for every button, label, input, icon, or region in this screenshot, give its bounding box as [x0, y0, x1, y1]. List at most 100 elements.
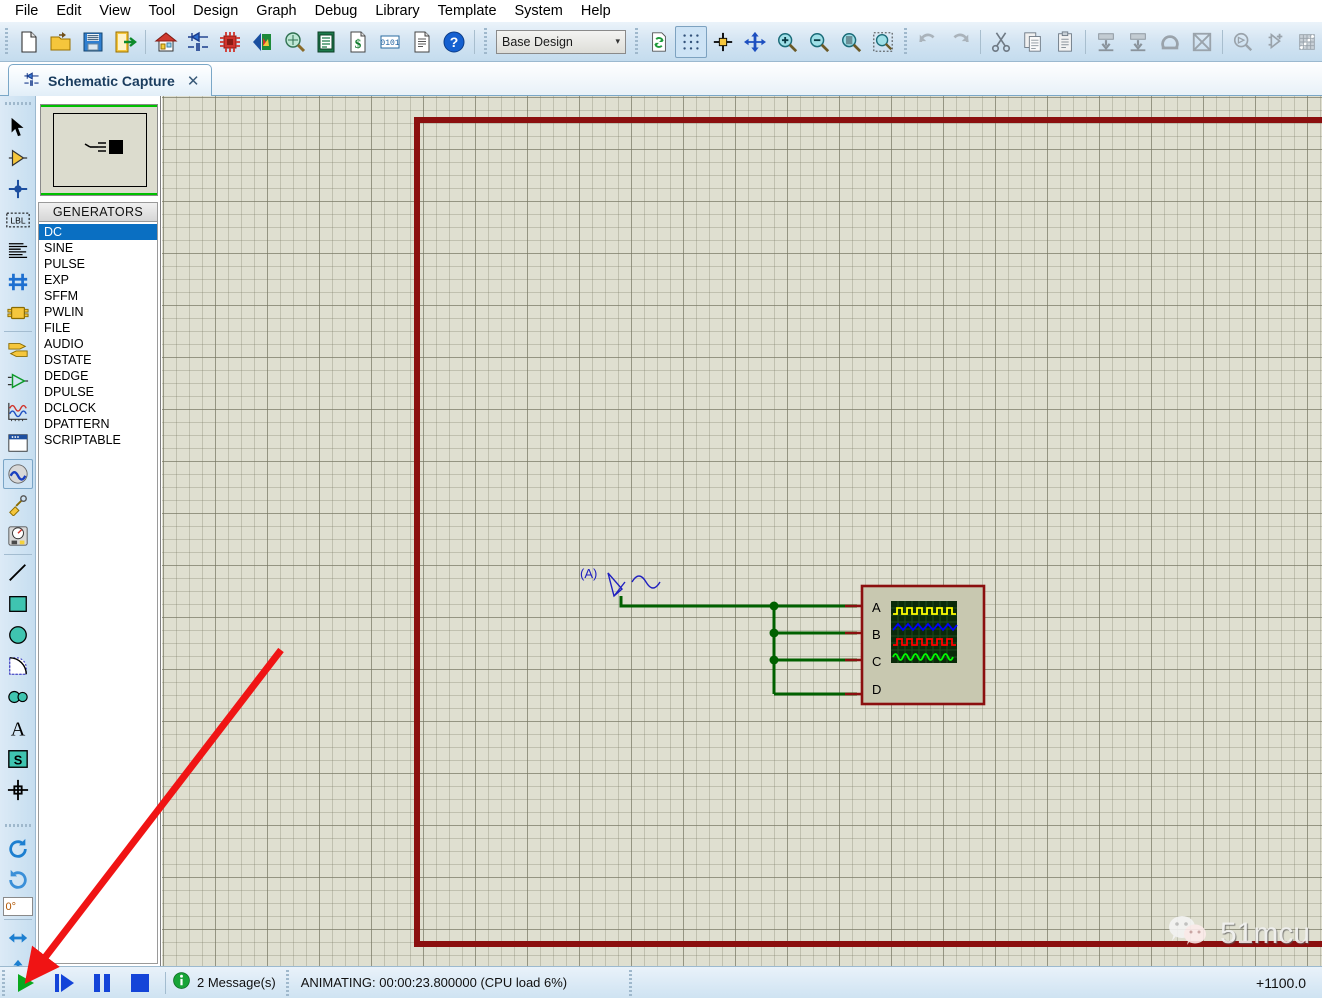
generators-list[interactable]: DC SINE PULSE EXP SFFM PWLIN FILE AUDIO …: [38, 222, 158, 964]
rotate-clockwise-icon[interactable]: [3, 834, 33, 864]
graph-icon[interactable]: [3, 397, 33, 427]
rotation-angle-field[interactable]: 0°: [2, 897, 33, 916]
open-folder-icon[interactable]: [45, 26, 77, 58]
binary-report-icon[interactable]: 0101: [374, 26, 406, 58]
menu-item-template[interactable]: Template: [429, 1, 506, 21]
dollar-report-icon[interactable]: $: [342, 26, 374, 58]
mirror-horizontal-icon[interactable]: [3, 923, 33, 953]
home-icon[interactable]: [150, 26, 182, 58]
menu-item-view[interactable]: View: [90, 1, 139, 21]
sheet-combo-grip[interactable]: [482, 27, 489, 56]
list-item[interactable]: DEDGE: [39, 368, 157, 384]
pcb-layout-icon[interactable]: [214, 26, 246, 58]
refresh-icon[interactable]: [643, 26, 675, 58]
redo-icon[interactable]: [944, 26, 976, 58]
bom-icon[interactable]: [310, 26, 342, 58]
list-item[interactable]: PULSE: [39, 256, 157, 272]
device-pin-icon[interactable]: [3, 366, 33, 396]
selection-arrow-icon[interactable]: [3, 112, 33, 142]
step-icon[interactable]: [45, 969, 83, 997]
zoom-all-icon[interactable]: [835, 26, 867, 58]
help-icon[interactable]: ?: [438, 26, 470, 58]
component-mode-icon[interactable]: [3, 143, 33, 173]
list-item[interactable]: DSTATE: [39, 352, 157, 368]
tape-recorder-icon[interactable]: [3, 428, 33, 458]
animating-grip[interactable]: [283, 969, 291, 996]
block-copy-icon[interactable]: [1090, 26, 1122, 58]
packaging-tool-icon[interactable]: [1291, 26, 1322, 58]
save-disk-icon[interactable]: [77, 26, 109, 58]
junction-dot-icon[interactable]: [3, 174, 33, 204]
new-document-icon[interactable]: [13, 26, 45, 58]
bus-icon[interactable]: [3, 267, 33, 297]
menu-item-design[interactable]: Design: [184, 1, 247, 21]
copy-icon[interactable]: [1017, 26, 1049, 58]
generator-icon[interactable]: [2, 459, 33, 489]
pick-device-icon[interactable]: [1227, 26, 1259, 58]
text-script-icon[interactable]: [3, 236, 33, 266]
zoom-out-icon[interactable]: [803, 26, 835, 58]
menu-item-help[interactable]: Help: [572, 1, 620, 21]
preview-pane[interactable]: [40, 104, 158, 196]
zoom-area-icon[interactable]: [867, 26, 899, 58]
view-group-grip[interactable]: [633, 27, 640, 56]
orientation-toolbar-grip[interactable]: [4, 824, 31, 830]
pause-icon[interactable]: [83, 969, 121, 997]
menu-item-tool[interactable]: Tool: [140, 1, 185, 21]
list-item[interactable]: PWLIN: [39, 304, 157, 320]
close-icon[interactable]: ✕: [187, 72, 200, 90]
list-item[interactable]: DPULSE: [39, 384, 157, 400]
list-item[interactable]: AUDIO: [39, 336, 157, 352]
3d-visualizer-icon[interactable]: [246, 26, 278, 58]
marker-icon[interactable]: [3, 775, 33, 805]
arc-icon[interactable]: [3, 651, 33, 681]
line-icon[interactable]: [3, 558, 33, 588]
mode-toolbar-grip[interactable]: [4, 102, 31, 108]
rotate-anticlockwise-icon[interactable]: [3, 865, 33, 895]
schematic-capture-icon[interactable]: [182, 26, 214, 58]
sheet-select-combo[interactable]: Base Design ▾: [496, 29, 626, 54]
stop-icon[interactable]: [121, 969, 159, 997]
symbol-icon[interactable]: S: [3, 744, 33, 774]
origin-icon[interactable]: [707, 26, 739, 58]
list-item[interactable]: DC: [39, 224, 157, 240]
list-item[interactable]: DCLOCK: [39, 400, 157, 416]
status-bar-grip[interactable]: [0, 969, 7, 996]
edit-group-grip[interactable]: [902, 27, 909, 56]
menu-item-system[interactable]: System: [506, 1, 572, 21]
list-item[interactable]: SINE: [39, 240, 157, 256]
menu-item-file[interactable]: File: [6, 1, 47, 21]
virtual-instrument-icon[interactable]: [3, 521, 33, 551]
box-icon[interactable]: [3, 589, 33, 619]
toggle-grid-icon[interactable]: [675, 25, 707, 58]
menu-item-debug[interactable]: Debug: [306, 1, 367, 21]
terminals-icon[interactable]: [3, 335, 33, 365]
play-icon[interactable]: [7, 969, 45, 997]
messages-indicator[interactable]: 2 Message(s): [172, 971, 284, 995]
list-item[interactable]: DPATTERN: [39, 416, 157, 432]
menu-item-graph[interactable]: Graph: [247, 1, 305, 21]
block-delete-icon[interactable]: [1186, 26, 1218, 58]
list-item[interactable]: FILE: [39, 320, 157, 336]
import-export-icon[interactable]: [109, 26, 141, 58]
make-device-icon[interactable]: [1259, 26, 1291, 58]
undo-icon[interactable]: [912, 26, 944, 58]
block-rotate-icon[interactable]: [1154, 26, 1186, 58]
voltage-probe-icon[interactable]: [3, 490, 33, 520]
text-report-icon[interactable]: [406, 26, 438, 58]
path-icon[interactable]: [3, 682, 33, 712]
block-move-icon[interactable]: [1122, 26, 1154, 58]
circle-icon[interactable]: [3, 620, 33, 650]
cut-icon[interactable]: [985, 26, 1017, 58]
zoom-in-icon[interactable]: [771, 26, 803, 58]
list-item[interactable]: EXP: [39, 272, 157, 288]
subcircuit-icon[interactable]: [3, 298, 33, 328]
list-item[interactable]: SCRIPTABLE: [39, 432, 157, 448]
paste-icon[interactable]: [1049, 26, 1081, 58]
text-icon[interactable]: A: [3, 713, 33, 743]
tab-schematic-capture[interactable]: Schematic Capture ✕: [8, 64, 213, 96]
design-explorer-icon[interactable]: [278, 26, 310, 58]
menu-item-library[interactable]: Library: [366, 1, 428, 21]
menu-item-edit[interactable]: Edit: [47, 1, 90, 21]
pan-icon[interactable]: [739, 26, 771, 58]
